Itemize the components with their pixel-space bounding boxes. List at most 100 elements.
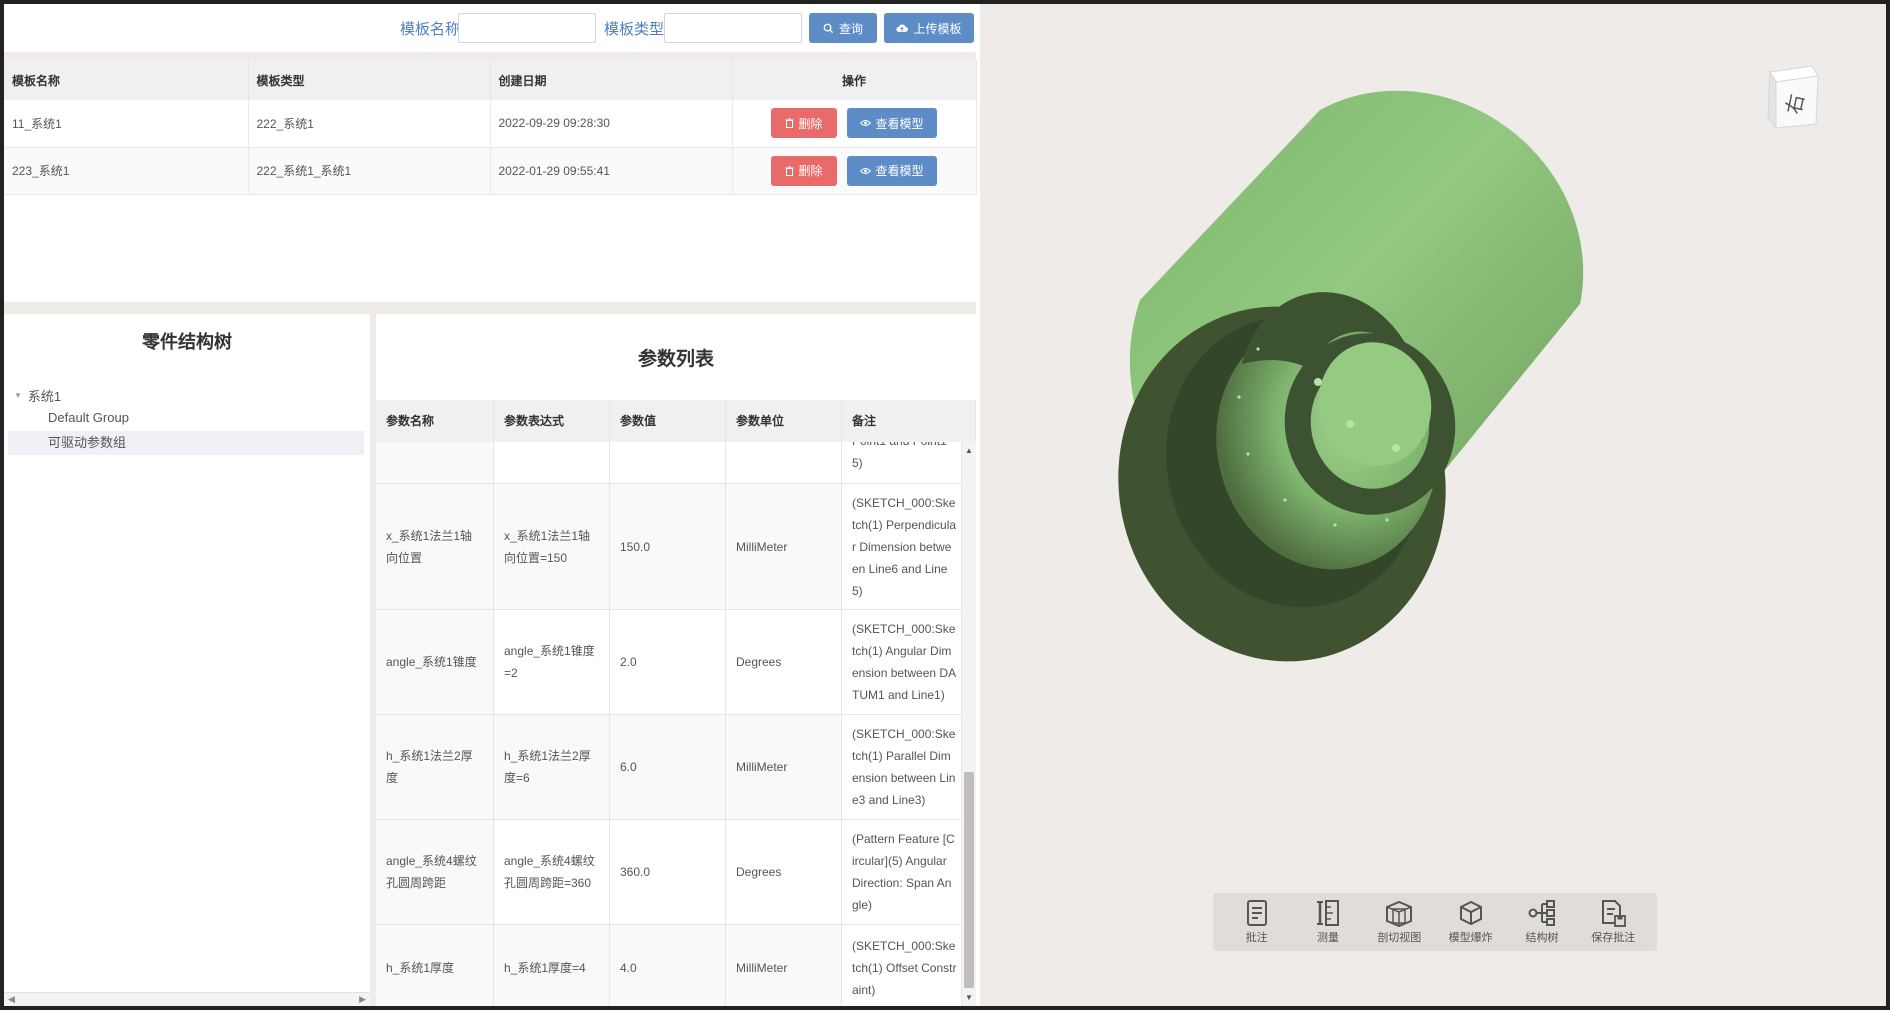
param-name-cell bbox=[376, 442, 494, 483]
tree-node-label: 系统1 bbox=[27, 389, 62, 404]
table-row[interactable]: x_系统1法兰1轴向位置 x_系统1法兰1轴向位置=150 150.0 Mill… bbox=[376, 484, 962, 610]
param-unit-cell: MilliMeter bbox=[726, 715, 842, 819]
column-header: 参数值 bbox=[610, 400, 726, 442]
tool-measure[interactable]: 测量 bbox=[1295, 899, 1361, 945]
trash-icon bbox=[785, 165, 794, 176]
scroll-down-icon[interactable]: ▼ bbox=[965, 993, 973, 1002]
param-name-cell: angle_系统1锥度 bbox=[376, 610, 494, 714]
viewer-toolbar: 批注 测量 剖切视图 模型爆炸 结构树 保存批注 bbox=[1213, 893, 1657, 951]
param-unit-cell: Degrees bbox=[726, 820, 842, 924]
tree-node-root[interactable]: ▼ 系统1 bbox=[14, 386, 61, 405]
trash-icon bbox=[785, 118, 794, 129]
tool-annotate[interactable]: 批注 bbox=[1224, 899, 1290, 945]
tree-node-drivable-params[interactable]: 可驱动参数组 bbox=[8, 431, 364, 455]
view-button-label: 查看模型 bbox=[875, 164, 924, 178]
model-canvas[interactable] bbox=[980, 4, 1886, 1006]
param-note-cell: Point1 and Point1 5) bbox=[842, 442, 962, 483]
param-note-cell: (SKETCH_000:Sketch(1) Parallel Dimension… bbox=[842, 715, 962, 819]
param-expr-cell: angle_系统4螺纹孔圆周跨距=360 bbox=[494, 820, 610, 924]
param-table-header: 参数名称 参数表达式 参数值 参数单位 备注 bbox=[376, 400, 976, 442]
template-name-cell: 11_系统1 bbox=[4, 100, 249, 148]
structure-tree-icon bbox=[1528, 900, 1555, 926]
template-table: 模板名称 模板类型 创建日期 操作 11_系统1 222_系统1 2022-09… bbox=[4, 60, 977, 302]
param-value-cell: 4.0 bbox=[610, 925, 726, 1006]
param-unit-cell: MilliMeter bbox=[726, 925, 842, 1006]
caret-down-icon[interactable]: ▼ bbox=[14, 391, 22, 400]
param-value-cell: 360.0 bbox=[610, 820, 726, 924]
param-name-cell: x_系统1法兰1轴向位置 bbox=[376, 484, 494, 609]
column-header: 参数表达式 bbox=[494, 400, 610, 442]
param-name-cell: angle_系统4螺纹孔圆周跨距 bbox=[376, 820, 494, 924]
param-note-cell: (Pattern Feature [Circular](5) Angular D… bbox=[842, 820, 962, 924]
template-type-cell: 222_系统1 bbox=[248, 100, 491, 148]
tree-node-default-group[interactable]: Default Group bbox=[8, 406, 364, 430]
tool-save-annotation[interactable]: 保存批注 bbox=[1580, 899, 1646, 945]
table-row[interactable]: 223_系统1 222_系统1_系统1 2022-01-29 09:55:41 … bbox=[4, 147, 977, 195]
tool-section-view[interactable]: 剖切视图 bbox=[1366, 899, 1432, 945]
param-expr-cell: h_系统1法兰2厚度=6 bbox=[494, 715, 610, 819]
param-expr-cell: h_系统1厚度=4 bbox=[494, 925, 610, 1006]
scroll-up-icon[interactable]: ▲ bbox=[965, 446, 973, 455]
model-viewer-3d[interactable]: 右 批注 测量 剖切视图 模型爆炸 结构树 保存批注 bbox=[980, 4, 1886, 1006]
param-table-body[interactable]: Point1 and Point1 5) x_系统1法兰1轴向位置 x_系统1法… bbox=[376, 442, 962, 1006]
template-name-input[interactable] bbox=[458, 13, 596, 43]
table-row[interactable]: Point1 and Point1 5) bbox=[376, 442, 962, 484]
scrollbar-thumb[interactable] bbox=[964, 772, 974, 988]
vertical-scrollbar[interactable]: ▲ ▼ bbox=[962, 442, 976, 1006]
save-annotation-icon bbox=[1602, 900, 1627, 927]
column-header: 操作 bbox=[732, 60, 977, 100]
eye-icon bbox=[860, 120, 872, 127]
query-button[interactable]: 查询 bbox=[809, 13, 877, 43]
param-note-cell: (SKETCH_000:Sketch(1) Offset Constraint) bbox=[842, 925, 962, 1006]
column-header: 参数名称 bbox=[376, 400, 494, 442]
param-name-cell: h_系统1法兰2厚度 bbox=[376, 715, 494, 819]
template-name-cell: 223_系统1 bbox=[4, 147, 249, 195]
param-unit-cell: MilliMeter bbox=[726, 484, 842, 609]
annotate-icon bbox=[1246, 900, 1267, 926]
param-note-cell: (SKETCH_000:Sketch(1) Perpendicular Dime… bbox=[842, 484, 962, 609]
search-icon bbox=[823, 23, 834, 33]
param-expr-cell bbox=[494, 442, 610, 483]
tool-label: 测量 bbox=[1316, 932, 1339, 944]
param-unit-cell bbox=[726, 442, 842, 483]
table-row[interactable]: h_系统1厚度 h_系统1厚度=4 4.0 MilliMeter (SKETCH… bbox=[376, 925, 962, 1006]
delete-button[interactable]: 删除 bbox=[771, 108, 837, 139]
table-row[interactable]: angle_系统4螺纹孔圆周跨距 angle_系统4螺纹孔圆周跨距=360 36… bbox=[376, 820, 962, 925]
table-row[interactable]: 11_系统1 222_系统1 2022-09-29 09:28:30 删除 查看… bbox=[4, 100, 977, 148]
param-unit-cell: Degrees bbox=[726, 610, 842, 714]
view-model-button[interactable]: 查看模型 bbox=[847, 108, 937, 139]
column-header: 模板名称 bbox=[4, 60, 249, 100]
search-bar: 模板名称 模板类型 查询 上传模板 bbox=[4, 4, 976, 52]
tool-label: 批注 bbox=[1245, 932, 1268, 944]
column-header: 备注 bbox=[842, 400, 976, 442]
tool-label: 保存批注 bbox=[1591, 932, 1636, 944]
param-name-cell: h_系统1厚度 bbox=[376, 925, 494, 1006]
created-date-cell: 2022-01-29 09:55:41 bbox=[490, 147, 733, 195]
cloud-upload-icon bbox=[896, 24, 909, 32]
param-value-cell bbox=[610, 442, 726, 483]
template-type-input[interactable] bbox=[664, 13, 802, 43]
scroll-right-icon[interactable]: ▶ bbox=[359, 994, 366, 1005]
table-row[interactable]: angle_系统1锥度 angle_系统1锥度=2 2.0 Degrees (S… bbox=[376, 610, 962, 715]
param-list-title: 参数列表 bbox=[637, 349, 714, 370]
tool-structure-tree[interactable]: 结构树 bbox=[1509, 899, 1575, 945]
measure-icon bbox=[1316, 900, 1339, 926]
explode-icon bbox=[1459, 900, 1482, 926]
delete-button-label: 删除 bbox=[798, 164, 823, 178]
view-model-button[interactable]: 查看模型 bbox=[847, 155, 937, 186]
created-date-cell: 2022-09-29 09:28:30 bbox=[490, 100, 733, 148]
tool-label: 剖切视图 bbox=[1377, 932, 1422, 944]
parameter-list: 参数列表 参数名称 参数表达式 参数值 参数单位 备注 Point1 and P… bbox=[376, 314, 976, 1006]
cylinder-model[interactable] bbox=[1086, 90, 1584, 692]
scroll-left-icon[interactable]: ◀ bbox=[8, 994, 15, 1005]
tool-label: 结构树 bbox=[1525, 932, 1559, 944]
horizontal-scrollbar[interactable]: ◀ ▶ bbox=[4, 992, 370, 1006]
delete-button[interactable]: 删除 bbox=[771, 155, 837, 186]
part-structure-tree: 零件结构树 ▼ 系统1 Default Group 可驱动参数组 ◀ ▶ bbox=[4, 314, 370, 1006]
param-value-cell: 2.0 bbox=[610, 610, 726, 714]
table-row[interactable]: h_系统1法兰2厚度 h_系统1法兰2厚度=6 6.0 MilliMeter (… bbox=[376, 715, 962, 820]
view-cube[interactable]: 右 bbox=[1764, 66, 1824, 132]
param-note-cell: (SKETCH_000:Sketch(1) Angular Dimension … bbox=[842, 610, 962, 714]
upload-template-button[interactable]: 上传模板 bbox=[884, 13, 974, 43]
tool-explode[interactable]: 模型爆炸 bbox=[1438, 899, 1504, 945]
